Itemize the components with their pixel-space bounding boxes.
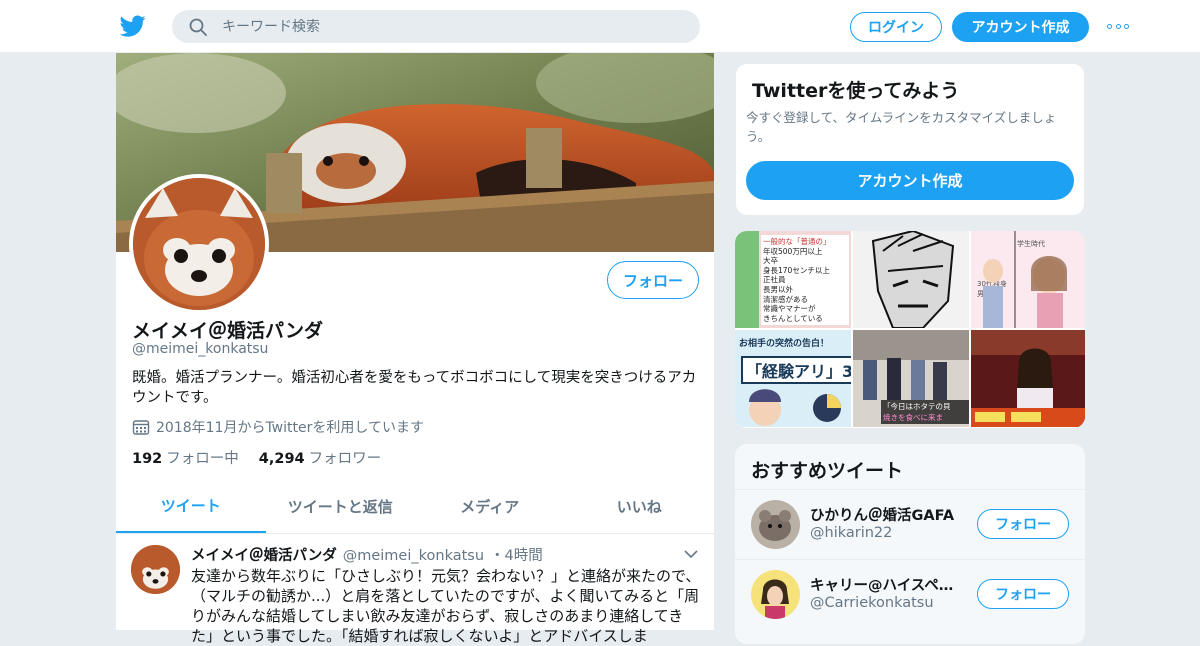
login-button[interactable]: ログイン [850,12,942,42]
search-icon [189,18,207,36]
tweet-author-name[interactable]: メイメイ＠婚活パンダ [191,544,337,565]
recommended-user-name[interactable]: キャリー@ハイスペ婚活 [810,574,960,595]
profile-column: フォロー メイメイ＠婚活パンダ @meimei_konkatsu 既婚。婚活プラ… [115,53,715,645]
tweet-text: 友達から数年ぶりに「ひさしぶり！元気？会わない？」と連絡が来たので、（マルチの勧… [191,567,701,645]
top-navigation-bar: ログイン アカウント作成 [0,0,1200,53]
profile-stats: 192 フォロー中 4,294 フォロワー [132,447,381,468]
tweet-item[interactable]: メイメイ＠婚活パンダ @meimei_konkatsu ・4時間 友達から数年ぶ… [116,535,714,645]
following-stat[interactable]: 192 フォロー中 [132,447,239,468]
media1-line: 長男以外 [763,284,793,294]
tab-media[interactable]: メディア [415,480,565,533]
media-thumb-6[interactable] [971,330,1085,427]
media-thumb-4[interactable]: お相手の突然の告白！ 「経験アリ」3 [735,330,851,427]
recommended-user-row[interactable]: ひかりん＠婚活GAFA @hikarin22 フォロー [735,489,1085,559]
recommended-user-row[interactable]: キャリー@ハイスペ婚活 @Carriekonkatsu フォロー [735,559,1085,629]
recommended-tweets-panel: おすすめツイート ひかりん＠婚活GAFA @hikarin22 フォロー キャリ… [735,444,1085,644]
profile-avatar[interactable] [129,174,269,314]
recommended-user-avatar[interactable] [751,500,800,549]
media1-line: 大卒 [763,256,778,266]
chevron-down-icon[interactable] [684,549,698,559]
recommended-user-name[interactable]: ひかりん＠婚活GAFA [810,504,960,525]
media1-line: 年収500万円以上 [763,246,823,256]
tweet-header: メイメイ＠婚活パンダ @meimei_konkatsu ・4時間 [191,544,543,565]
followers-stat[interactable]: 4,294 フォロワー [259,447,381,468]
tab-tweets[interactable]: ツイート [116,480,266,533]
recommended-follow-button[interactable]: フォロー [977,579,1069,609]
signup-button[interactable]: アカウント作成 [952,12,1089,42]
signup-card: Twitterを使ってみよう 今すぐ登録して、タイムラインをカスタマイズしましょ… [735,63,1085,216]
media-thumb-5[interactable]: 「今日はホタテの貝 焼きを食べに来ま [853,330,969,427]
recommended-user-avatar[interactable] [751,570,800,619]
joined-text: 2018年11月からTwitterを利用しています [156,420,424,436]
media-thumb-1[interactable]: 一般的な「普通の」 年収500万円以上 大卒 身長170センチ以上 正社員 長男… [735,231,851,328]
signup-card-title: Twitterを使ってみよう [752,80,960,102]
search-input[interactable] [222,10,682,43]
calendar-icon [132,420,150,435]
media1-line: 正社員 [763,275,786,285]
tab-tweets-and-replies[interactable]: ツイートと返信 [266,480,416,533]
profile-name: メイメイ＠婚活パンダ [132,320,323,342]
media1-line: 一般的な「普通の」 [763,237,831,246]
following-count: 192 [132,451,163,467]
media-thumb-3[interactable]: 学生時代 30代独身 男なし [971,231,1085,328]
tweet-author-handle[interactable]: @meimei_konkatsu [343,548,484,564]
signup-card-button[interactable]: アカウント作成 [746,161,1074,200]
more-dots-icon[interactable] [1107,22,1129,30]
tab-likes[interactable]: いいね [565,480,715,533]
media5-caption-1: 「今日はホタテの貝 [883,402,951,411]
recommended-user-handle[interactable]: @hikarin22 [810,525,892,541]
twitter-bird-icon[interactable] [119,13,147,39]
profile-joined-date: 2018年11月からTwitterを利用しています [132,417,424,437]
signup-card-description: 今すぐ登録して、タイムラインをカスタマイズしましょう。 [746,110,1057,144]
follow-button[interactable]: フォロー [607,261,699,299]
recommended-title: おすすめツイート [751,460,904,482]
followers-count: 4,294 [258,451,305,467]
profile-handle[interactable]: @meimei_konkatsu [132,341,268,357]
profile-tabs: ツイート ツイートと返信 メディア いいね [116,480,714,534]
media1-line: 常識やマナーが [763,304,816,314]
media5-caption-2: 焼きを食べに来ま [883,413,943,422]
tweet-timestamp[interactable]: ・4時間 [490,544,543,565]
profile-bio: 既婚。婚活プランナー。婚活初心者を愛をもってボコボコにして現実を突きつけるアカウ… [132,370,697,406]
recommended-follow-button[interactable]: フォロー [977,509,1069,539]
tweet-avatar[interactable] [131,545,180,594]
following-label: フォロー中 [166,451,239,467]
media1-line: 身長170センチ以上 [763,265,830,275]
search-bar [172,10,700,43]
media1-line: きちんとしている [763,313,823,323]
followers-label: フォロワー [308,451,382,467]
recommended-user-handle[interactable]: @Carriekonkatsu [810,595,934,611]
media1-line: 清潔感がある [763,294,808,304]
media-thumb-2[interactable] [853,231,969,328]
media-grid: 一般的な「普通の」 年収500万円以上 大卒 身長170センチ以上 正社員 長男… [735,231,1085,428]
